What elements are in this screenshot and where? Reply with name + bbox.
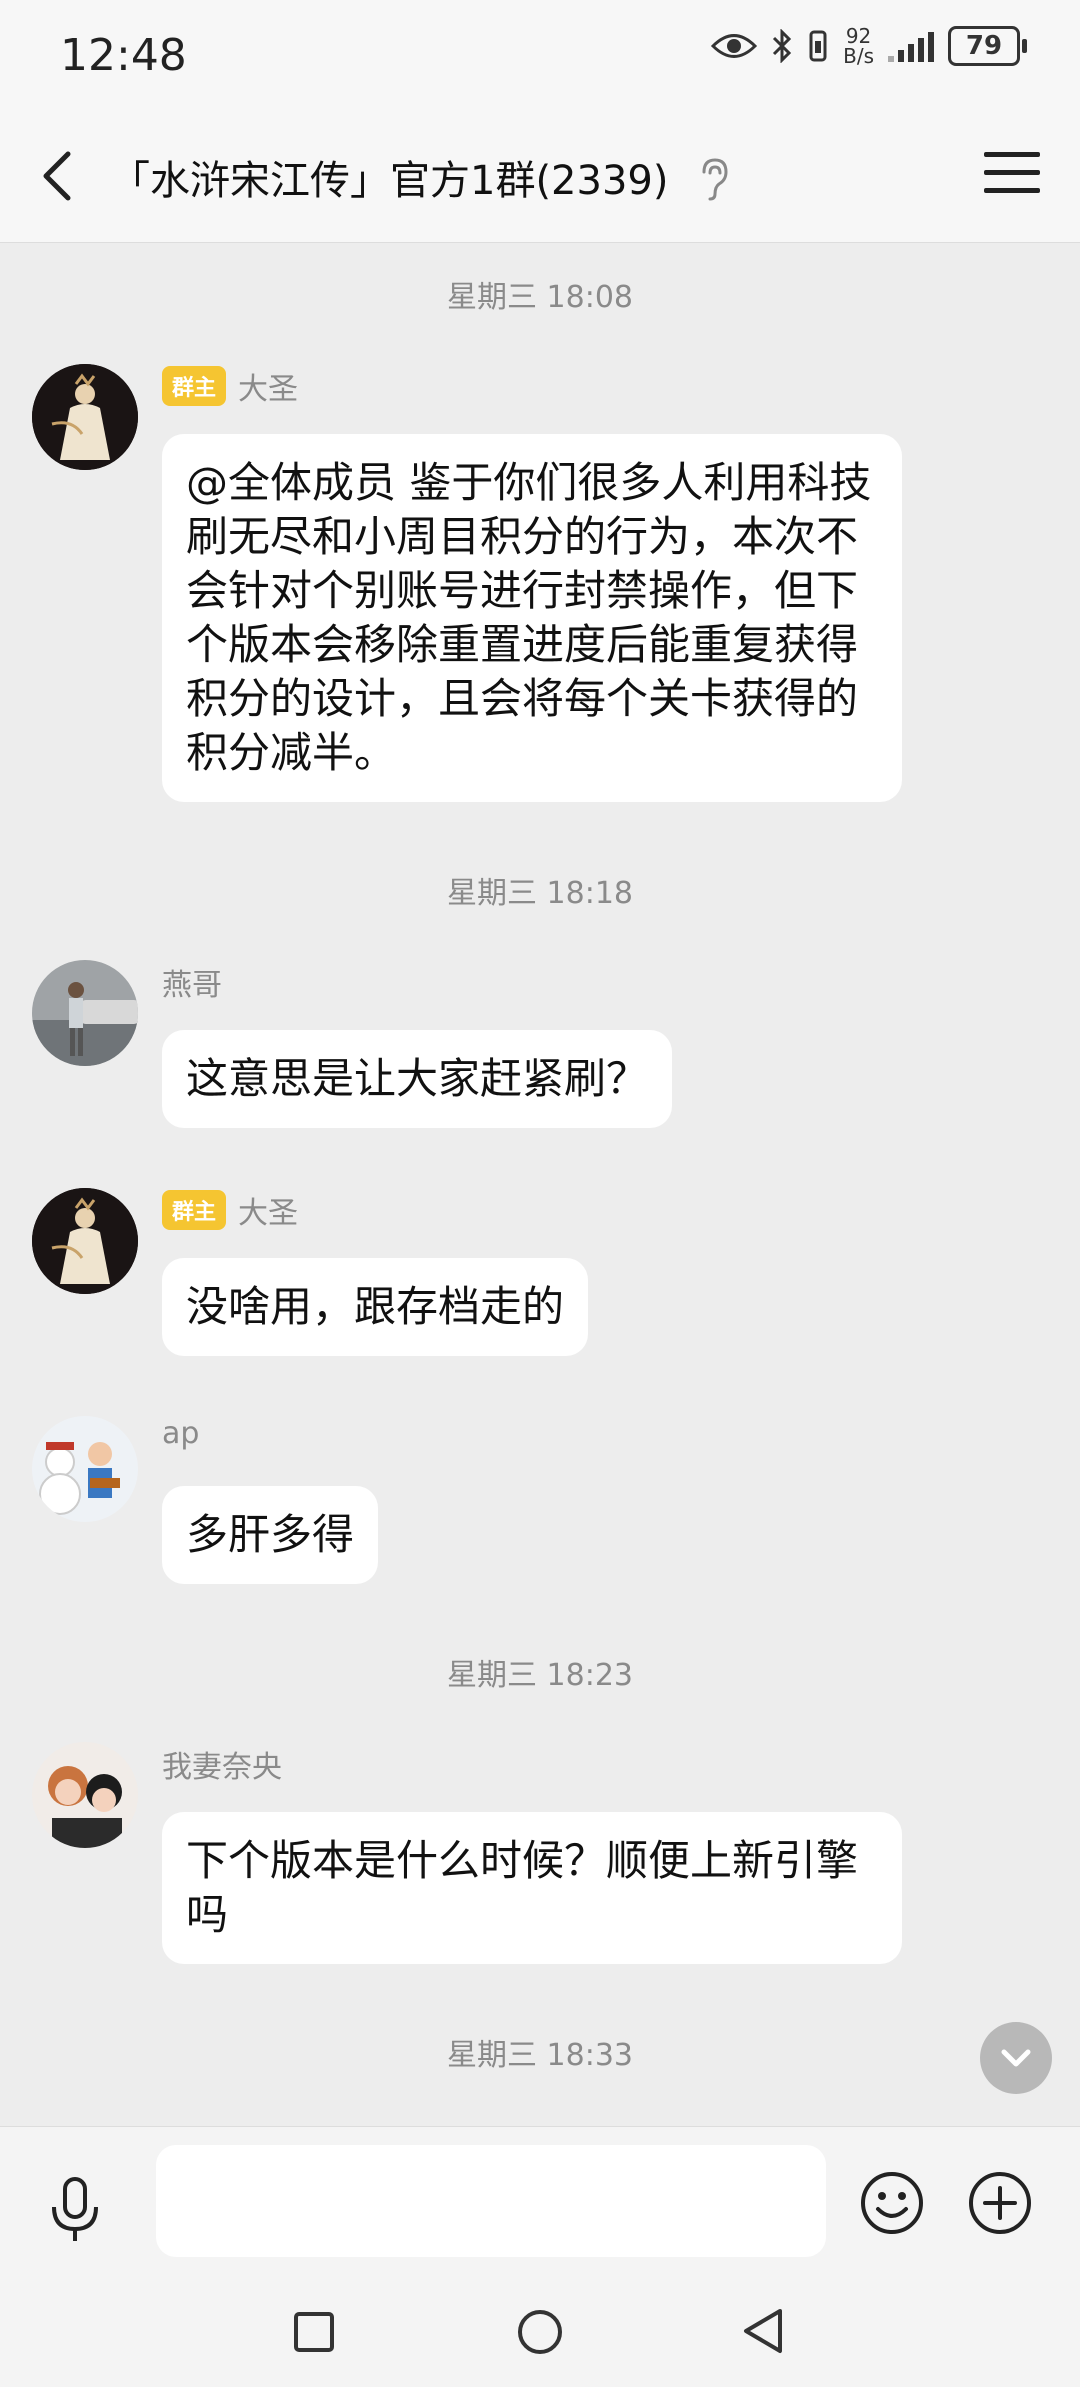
owner-badge: 群主	[162, 1190, 227, 1230]
owner-badge: 群主	[162, 366, 227, 406]
bluetooth-icon	[773, 29, 792, 63]
sender-row: ap	[162, 1416, 199, 1451]
emoji-icon[interactable]	[858, 2169, 926, 2237]
recent-apps-icon[interactable]	[292, 2310, 336, 2354]
sender-name[interactable]: 大圣	[238, 1188, 298, 1232]
message-bubble[interactable]: 没啥用，跟存档走的	[162, 1258, 589, 1356]
chevron-down-icon	[1001, 2049, 1031, 2067]
sender-name[interactable]: 我妻奈央	[162, 1742, 282, 1786]
home-icon[interactable]	[516, 2308, 564, 2356]
timestamp: 星期三 18:08	[447, 280, 633, 315]
sender-row: 群主 大圣	[162, 1188, 298, 1232]
net-speed-value: 92	[845, 24, 872, 48]
avatar[interactable]	[32, 1188, 138, 1294]
sender-row: 群主 大圣	[162, 364, 298, 408]
signal-icon	[888, 30, 934, 62]
sender-row: 我妻奈央	[162, 1742, 282, 1786]
net-speed-unit: B/s	[843, 44, 874, 68]
scroll-to-bottom-button[interactable]	[980, 2022, 1052, 2094]
back-arrow-icon[interactable]	[32, 146, 92, 206]
system-nav-bar	[0, 2286, 1080, 2387]
ear-icon[interactable]	[694, 156, 734, 202]
input-bar	[0, 2126, 1080, 2287]
chat-header: 「水浒宋江传」官方1群(2339)	[0, 110, 1080, 243]
sender-row: 燕哥	[162, 960, 222, 1004]
hamburger-menu-icon[interactable]	[984, 152, 1040, 200]
plus-icon[interactable]	[966, 2169, 1034, 2237]
status-time: 12:48	[60, 30, 187, 81]
timestamp: 星期三 18:33	[447, 2038, 633, 2073]
avatar[interactable]	[32, 364, 138, 470]
battery-icon: 79	[948, 26, 1027, 66]
sender-name[interactable]: 大圣	[238, 364, 298, 408]
message-bubble[interactable]: 下个版本是什么时候？顺便上新引擎吗	[162, 1812, 902, 1964]
message-input[interactable]	[156, 2145, 826, 2257]
avatar[interactable]	[32, 1416, 138, 1522]
avatar[interactable]	[32, 1742, 138, 1848]
net-speed: 92 B/s	[843, 26, 874, 66]
avatar[interactable]	[32, 960, 138, 1066]
status-icons: 92 B/s 79	[711, 26, 1027, 66]
message-bubble[interactable]: @全体成员 鉴于你们很多人利用科技刷无尽和小周目积分的行为，本次不会针对个别账号…	[162, 434, 902, 802]
page-title[interactable]: 「水浒宋江传」官方1群(2339)	[110, 148, 668, 206]
chat-area[interactable]: 星期三 18:08 群主 大圣 @全体成员 鉴于你们很多人利用科技刷无尽和小周目…	[0, 242, 1080, 2126]
status-bar: 12:48 92 B/s 79	[0, 0, 1080, 110]
vibrate-icon	[809, 30, 827, 62]
message-bubble[interactable]: 这意思是让大家赶紧刷？	[162, 1030, 673, 1128]
sender-name[interactable]: 燕哥	[162, 960, 222, 1004]
eye-icon	[711, 34, 758, 58]
message-bubble[interactable]: 多肝多得	[162, 1486, 379, 1584]
sender-name[interactable]: ap	[162, 1416, 199, 1451]
back-icon[interactable]	[740, 2306, 786, 2356]
timestamp: 星期三 18:23	[447, 1658, 633, 1693]
timestamp: 星期三 18:18	[447, 876, 633, 911]
microphone-icon[interactable]	[42, 2175, 108, 2245]
